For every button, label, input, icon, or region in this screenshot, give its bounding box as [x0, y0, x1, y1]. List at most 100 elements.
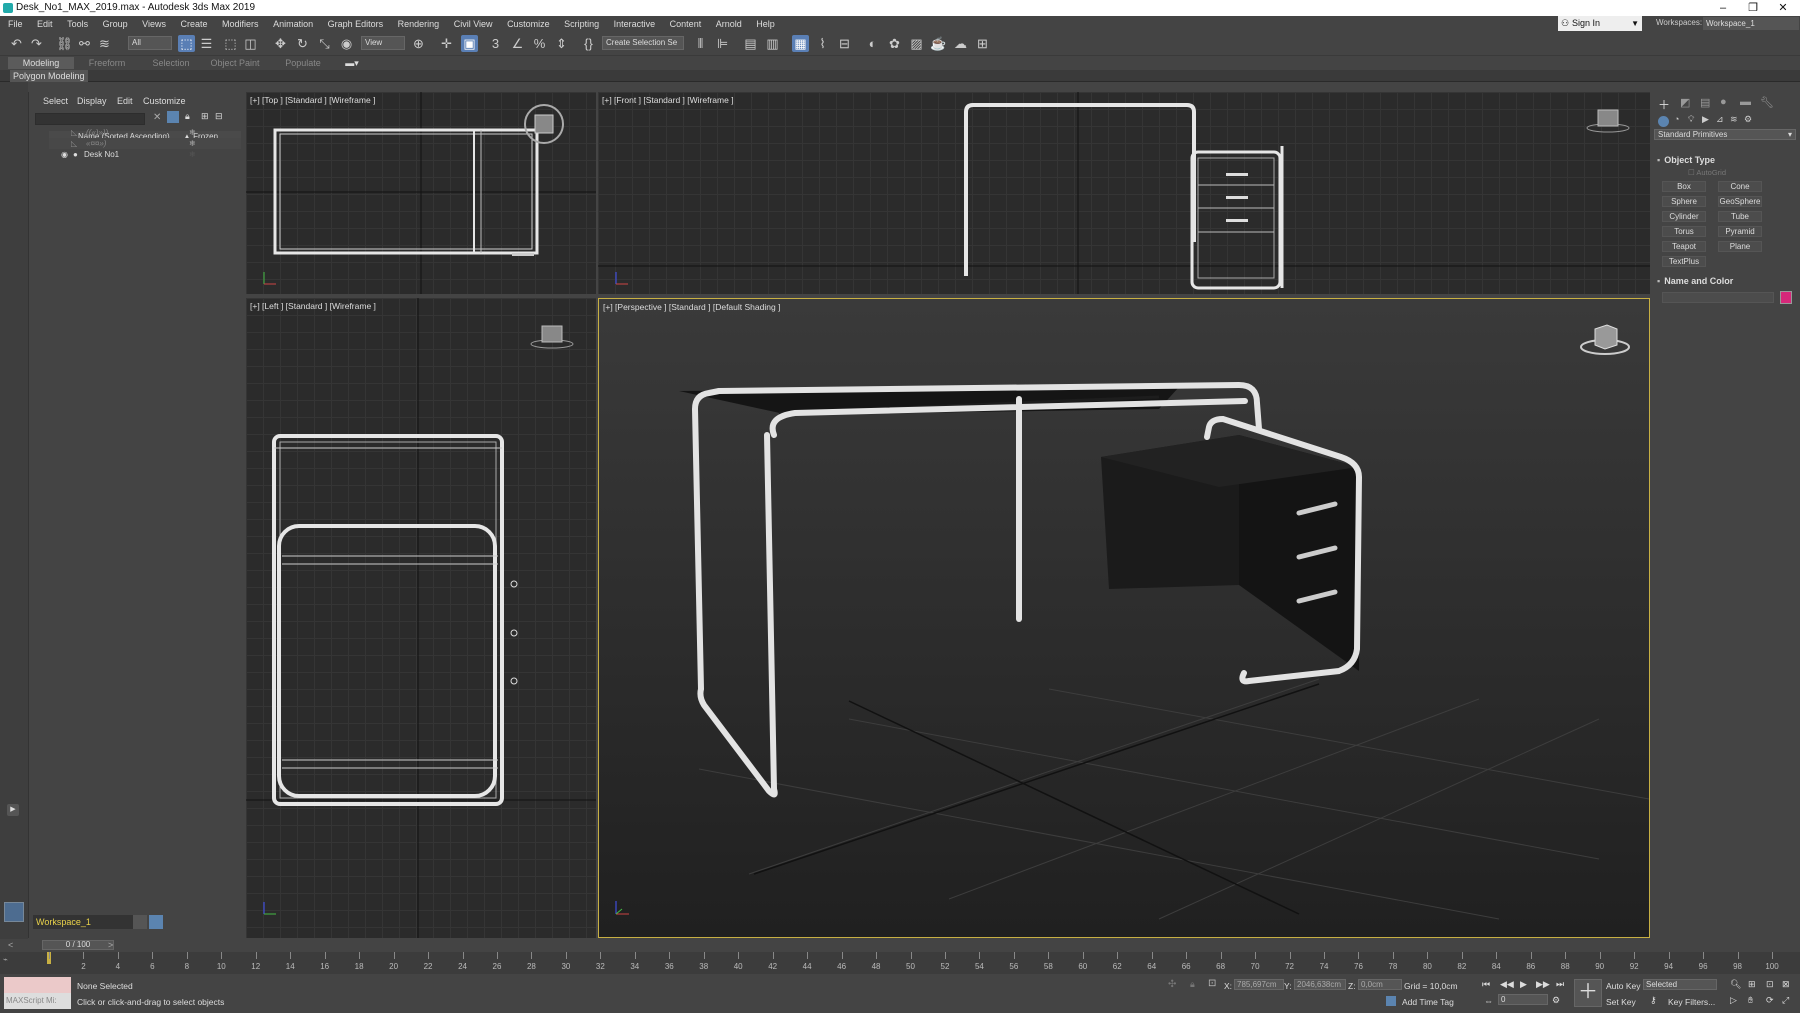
- motion-tab-icon[interactable]: ●: [1720, 96, 1727, 108]
- time-tag-icon[interactable]: [1386, 996, 1396, 1006]
- object-type-rollout[interactable]: ▪ Object Type: [1657, 155, 1715, 165]
- autogrid-checkbox[interactable]: ☐ AutoGrid: [1688, 168, 1726, 177]
- zoom-extents-all-icon[interactable]: ⊠: [1782, 979, 1790, 990]
- set-key-icon[interactable]: ＋: [1574, 979, 1602, 1007]
- shapes-icon[interactable]: ◔: [1674, 114, 1679, 124]
- expand-arrow-icon[interactable]: ▶: [7, 804, 19, 816]
- selection-filter-dropdown[interactable]: All: [128, 36, 172, 50]
- time-slider[interactable]: 0 / 100: [42, 940, 114, 950]
- explorer-tab-select[interactable]: Select: [43, 96, 68, 106]
- visibility-eye-icon[interactable]: ◉: [61, 149, 68, 160]
- key-set-dropdown[interactable]: Selected: [1643, 979, 1717, 990]
- angle-snap-icon[interactable]: ∠: [509, 35, 526, 52]
- link-icon[interactable]: ⛓: [56, 35, 73, 52]
- maxscript-listener[interactable]: MAXScript Mi:: [4, 977, 71, 1009]
- menu-scripting[interactable]: Scripting: [564, 19, 599, 29]
- render-shortcut-icon[interactable]: ⊞: [974, 35, 991, 52]
- viewcube-top-icon[interactable]: [520, 100, 568, 148]
- key-filters-button[interactable]: Key Filters...: [1668, 997, 1715, 1007]
- align-icon[interactable]: ⊫: [714, 35, 731, 52]
- menu-edit[interactable]: Edit: [37, 19, 53, 29]
- explorer-search-input[interactable]: [35, 113, 145, 125]
- field-of-view-icon[interactable]: ▷: [1730, 995, 1737, 1006]
- frozen-icon[interactable]: ❄: [189, 127, 196, 138]
- schematic-view-icon[interactable]: ⊟: [836, 35, 853, 52]
- ribbon-subtitle[interactable]: Polygon Modeling: [10, 70, 88, 82]
- lock-icon[interactable]: 🔒︎: [185, 111, 190, 122]
- menu-group[interactable]: Group: [103, 19, 128, 29]
- menu-customize[interactable]: Customize: [507, 19, 550, 29]
- viewport-perspective[interactable]: [+] [Perspective ] [Standard ] [Default …: [598, 298, 1650, 938]
- sphere-button[interactable]: Sphere: [1662, 196, 1706, 207]
- display-tab-icon[interactable]: ▬: [1740, 96, 1751, 108]
- lights-icon[interactable]: 💡︎: [1688, 114, 1694, 125]
- frozen-icon[interactable]: ❄: [189, 138, 196, 149]
- workspace-dropdown[interactable]: Workspace_1: [1703, 17, 1799, 30]
- menu-create[interactable]: Create: [181, 19, 208, 29]
- previous-frame-icon[interactable]: ◀◀: [1500, 979, 1514, 990]
- keyboard-shortcut-override-icon[interactable]: ▣: [461, 35, 478, 52]
- frozen-icon[interactable]: ❄: [189, 149, 196, 160]
- redo-icon[interactable]: ↷: [28, 35, 45, 52]
- object-color-swatch[interactable]: [1780, 291, 1792, 304]
- sign-in-dropdown[interactable]: ⚇ Sign In ▼: [1558, 16, 1642, 31]
- next-frame-icon[interactable]: >: [108, 940, 113, 950]
- menu-file[interactable]: File: [8, 19, 23, 29]
- minimize-icon[interactable]: –: [1708, 0, 1738, 16]
- scene-explorer-toggle-icon[interactable]: [4, 902, 24, 922]
- pivot-center-icon[interactable]: ⊕: [410, 35, 427, 52]
- percent-snap-icon[interactable]: %: [531, 35, 548, 52]
- scene-tree-icon[interactable]: [149, 915, 163, 929]
- add-time-tag-button[interactable]: Add Time Tag: [1402, 997, 1454, 1007]
- restore-icon[interactable]: ❐: [1738, 0, 1768, 16]
- layer-explorer-icon[interactable]: ▥: [764, 35, 781, 52]
- clear-search-icon[interactable]: ✕: [153, 112, 161, 123]
- menu-graph-editors[interactable]: Graph Editors: [328, 19, 384, 29]
- viewcube-left-icon[interactable]: [528, 322, 576, 350]
- list-item[interactable]: ◺ ((«)»)) ❄: [49, 127, 241, 138]
- spinner-snap-icon[interactable]: ⇕: [553, 35, 570, 52]
- primitive-type-dropdown[interactable]: Standard Primitives ▾: [1654, 129, 1796, 140]
- material-editor-icon[interactable]: ◐: [864, 35, 881, 52]
- maxscript-input[interactable]: [4, 977, 71, 993]
- list-item[interactable]: ◺ «¤¤») ❄: [49, 138, 241, 149]
- snaps-toggle-icon[interactable]: 3: [487, 35, 504, 52]
- ribbon-tab-freeform[interactable]: Freeform: [74, 57, 140, 69]
- render-production-icon[interactable]: ☕: [930, 35, 947, 52]
- textplus-button[interactable]: TextPlus: [1662, 256, 1706, 267]
- timeline-track[interactable]: ⌁ 2 4 6 8 10 12 14 16 18 20 22 24 26 28 30 32 34 36 38 40 42…: [0, 952, 1800, 974]
- window-crossing-icon[interactable]: ◫: [242, 35, 259, 52]
- time-configuration-icon[interactable]: ⚙: [1552, 995, 1560, 1006]
- render-setup-icon[interactable]: ✿: [886, 35, 903, 52]
- edit-named-selection-icon[interactable]: {}: [580, 35, 597, 52]
- go-to-end-icon[interactable]: ⏭: [1556, 979, 1564, 990]
- menu-interactive[interactable]: Interactive: [614, 19, 656, 29]
- explorer-tab-customize[interactable]: Customize: [143, 96, 186, 106]
- next-frame-button-icon[interactable]: ▶▶: [1536, 979, 1550, 990]
- viewcube-perspective-icon[interactable]: [1577, 319, 1633, 359]
- layers-icon[interactable]: [133, 915, 147, 929]
- menu-civil-view[interactable]: Civil View: [454, 19, 493, 29]
- named-selection-sets-dropdown[interactable]: Create Selection Se: [602, 36, 684, 50]
- prev-frame-icon[interactable]: <: [8, 940, 13, 950]
- render-in-cloud-icon[interactable]: ☁: [952, 35, 969, 52]
- systems-icon[interactable]: ⚙: [1744, 114, 1752, 125]
- y-coordinate-field[interactable]: 2046,638cm: [1294, 979, 1346, 990]
- menu-views[interactable]: Views: [142, 19, 166, 29]
- curve-editor-icon[interactable]: ⌇: [814, 35, 831, 52]
- workspace-dropdown-bottom[interactable]: Workspace_1: [33, 915, 145, 929]
- mirror-icon[interactable]: ⫴: [692, 35, 709, 52]
- cameras-icon[interactable]: ▶: [1702, 114, 1709, 125]
- pan-icon[interactable]: ✋︎: [1748, 995, 1753, 1006]
- auto-key-button[interactable]: Auto Key: [1606, 981, 1641, 991]
- key-mode-icon[interactable]: ⇔: [1484, 996, 1493, 1006]
- hierarchy-tab-icon[interactable]: ▤: [1700, 96, 1710, 109]
- ribbon-toggle-icon[interactable]: ▬▾: [342, 57, 362, 69]
- cone-button[interactable]: Cone: [1718, 181, 1762, 192]
- explorer-tab-display[interactable]: Display: [77, 96, 107, 106]
- menu-modifiers[interactable]: Modifiers: [222, 19, 259, 29]
- unlink-icon[interactable]: ⚯: [76, 35, 93, 52]
- scene-explorer-icon[interactable]: ▤: [742, 35, 759, 52]
- orbit-icon[interactable]: ⟳: [1766, 995, 1774, 1006]
- x-coordinate-field[interactable]: 785,697cm: [1234, 979, 1284, 990]
